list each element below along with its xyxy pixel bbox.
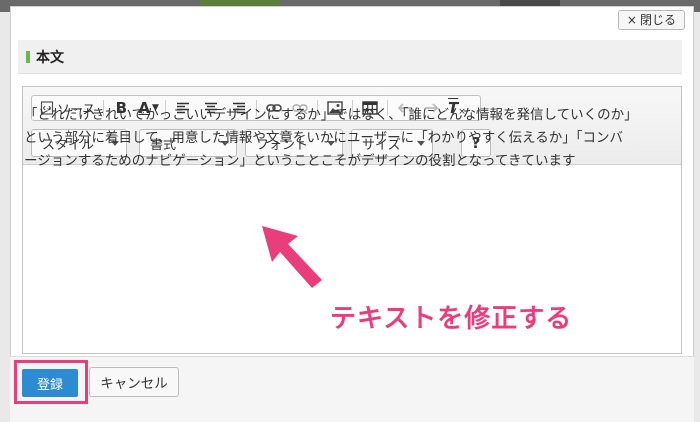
section-header: 本文 [18,40,682,74]
section-title: 本文 [36,49,64,66]
close-button[interactable]: × 閉じる [617,10,685,30]
annotation-text: テキストを修正する [330,304,573,334]
editor-content-text[interactable]: 「どれだけきれいでかっこいいデザインにするか」ではなく、「誰にどんな情報を発信し… [24,104,634,173]
close-label: 閉じる [639,13,676,27]
register-button[interactable]: 登録 [22,369,78,397]
annotation-arrow-icon [262,226,322,288]
close-icon: × [626,13,637,27]
cancel-button[interactable]: キャンセル [89,367,179,397]
section-accent-bar [26,50,30,63]
